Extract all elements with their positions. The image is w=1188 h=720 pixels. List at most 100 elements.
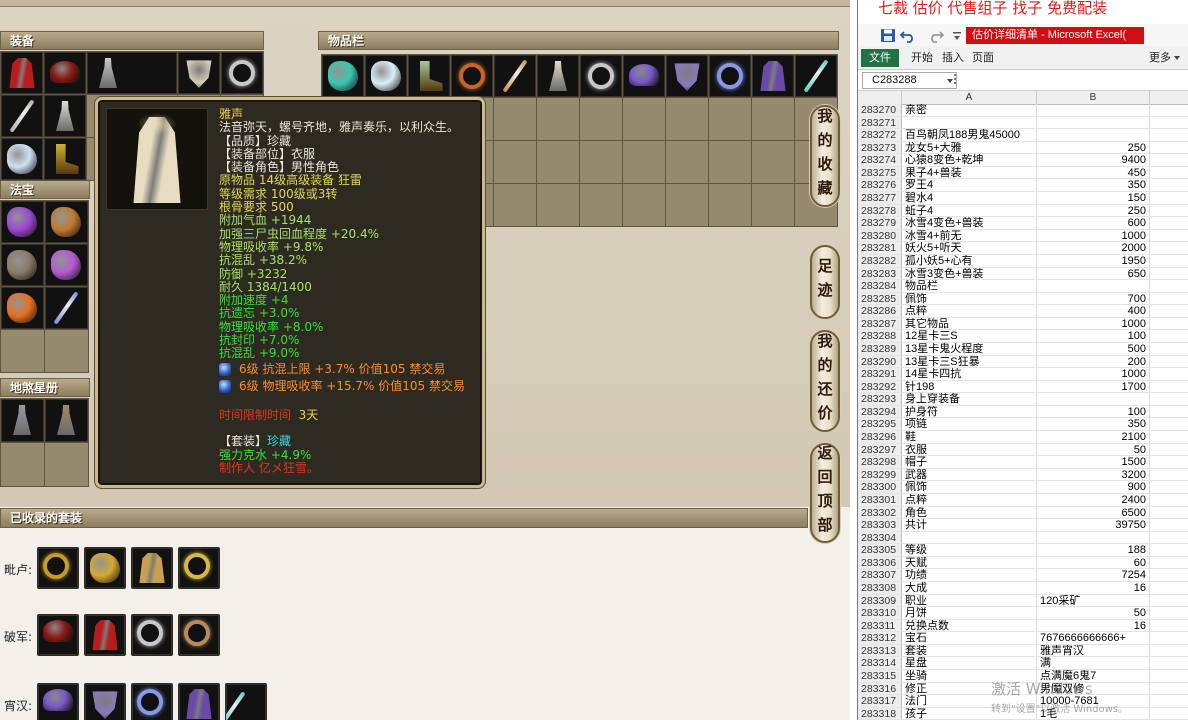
cell-c[interactable]: [1150, 280, 1188, 293]
cell-c[interactable]: [1150, 356, 1188, 369]
cell-b[interactable]: [1037, 116, 1150, 130]
cell-b[interactable]: 1700: [1037, 380, 1150, 394]
orb-icon[interactable]: [84, 547, 126, 589]
empty-slot[interactable]: [537, 184, 579, 226]
row-number[interactable]: 283314: [858, 657, 902, 671]
cell-b[interactable]: 120采矿: [1037, 594, 1150, 608]
cell-c[interactable]: [1150, 444, 1188, 457]
staff-icon[interactable]: [795, 55, 837, 97]
horned-mask-icon[interactable]: [666, 55, 708, 97]
row-number[interactable]: 283315: [858, 670, 902, 683]
empty-slot[interactable]: [666, 184, 708, 226]
tab-home[interactable]: 开始: [911, 49, 933, 67]
doll-icon[interactable]: [44, 95, 86, 137]
cell-a[interactable]: 大成: [902, 581, 1037, 595]
cell-c[interactable]: [1150, 469, 1188, 482]
character-preview-icon[interactable]: [87, 52, 177, 94]
cell-b[interactable]: 188: [1037, 544, 1150, 557]
back-to-top-button[interactable]: 返回顶部: [810, 443, 840, 543]
empty-slot[interactable]: [580, 184, 622, 226]
row-number[interactable]: 283317: [858, 695, 902, 708]
cell-a[interactable]: 冰雪4变色+兽装: [902, 217, 1037, 230]
redo-icon[interactable]: [928, 28, 944, 43]
cell-c[interactable]: [1150, 167, 1188, 180]
cell-c[interactable]: [1150, 104, 1188, 117]
row-number[interactable]: 283299: [858, 468, 902, 482]
cell-c[interactable]: [1150, 305, 1188, 318]
spear-icon[interactable]: [1, 95, 43, 137]
cell-a[interactable]: 冰雪4+前无: [902, 229, 1037, 243]
cell-a[interactable]: 物品栏: [902, 280, 1037, 293]
bead-necklace-icon[interactable]: [451, 55, 493, 97]
tab-file[interactable]: 文件: [861, 49, 899, 67]
cell-a[interactable]: 佩饰: [902, 292, 1037, 306]
ring-icon[interactable]: [131, 614, 173, 656]
cell-a[interactable]: 衣服: [902, 443, 1037, 457]
boots-icon[interactable]: [408, 55, 450, 97]
tab-more[interactable]: 更多: [1149, 49, 1180, 67]
cell-c[interactable]: [1150, 255, 1188, 268]
cell-a[interactable]: 其它物品: [902, 317, 1037, 331]
cell-c[interactable]: [1150, 481, 1188, 494]
cell-a[interactable]: 亲密: [902, 104, 1037, 117]
cell-b[interactable]: 1000: [1037, 368, 1150, 381]
row-number[interactable]: 283286: [858, 305, 902, 318]
robe-icon[interactable]: [1, 52, 43, 94]
row-number[interactable]: 283306: [858, 556, 902, 570]
cell-a[interactable]: 点粹: [902, 305, 1037, 318]
cell-c[interactable]: [1150, 192, 1188, 205]
cell-a[interactable]: [902, 116, 1037, 130]
cell-c[interactable]: [1150, 645, 1188, 658]
row-number[interactable]: 283273: [858, 141, 902, 155]
cell-c[interactable]: [1150, 418, 1188, 432]
column-header-a[interactable]: A: [902, 91, 1037, 104]
empty-slot[interactable]: [623, 184, 665, 226]
cell-c[interactable]: [1150, 494, 1188, 507]
cell-c[interactable]: [1150, 582, 1188, 595]
cell-b[interactable]: [1037, 280, 1150, 293]
cell-b[interactable]: 1000: [1037, 229, 1150, 243]
cell-b[interactable]: 100: [1037, 405, 1150, 419]
row-number[interactable]: 283280: [858, 229, 902, 243]
cell-c[interactable]: [1150, 708, 1188, 720]
cell-a[interactable]: 心猿8变色+乾坤: [902, 154, 1037, 167]
ring-icon[interactable]: [131, 683, 173, 720]
cell-b[interactable]: [1037, 104, 1150, 117]
row-number[interactable]: 283297: [858, 443, 902, 457]
row-number[interactable]: 283272: [858, 129, 902, 142]
cell-b[interactable]: 100: [1037, 330, 1150, 343]
cell-b[interactable]: 350: [1037, 179, 1150, 193]
cell-a[interactable]: 角色: [902, 506, 1037, 520]
empty-slot[interactable]: [45, 330, 88, 372]
row-number[interactable]: 283313: [858, 644, 902, 658]
row-number[interactable]: 283293: [858, 393, 902, 406]
cell-b[interactable]: 250: [1037, 141, 1150, 155]
cell-c[interactable]: [1150, 293, 1188, 306]
row-number[interactable]: 283274: [858, 154, 902, 167]
cell-c[interactable]: [1150, 456, 1188, 469]
row-number[interactable]: 283281: [858, 242, 902, 255]
row-number[interactable]: 283291: [858, 368, 902, 381]
cell-c[interactable]: [1150, 129, 1188, 142]
row-number[interactable]: 283304: [858, 531, 902, 545]
cell-c[interactable]: [1150, 154, 1188, 167]
cell-c[interactable]: [1150, 544, 1188, 557]
empty-slot[interactable]: [537, 98, 579, 140]
row-number[interactable]: 283275: [858, 166, 902, 180]
cell-b[interactable]: 2400: [1037, 493, 1150, 507]
row-number[interactable]: 283312: [858, 632, 902, 645]
ring-icon[interactable]: [709, 55, 751, 97]
row-number[interactable]: 283316: [858, 682, 902, 696]
necklace-icon[interactable]: [221, 52, 263, 94]
cell-b[interactable]: 7676666666666+: [1037, 632, 1150, 645]
jade-leaf-icon[interactable]: [322, 55, 364, 97]
my-bargain-button[interactable]: 我的还价: [810, 330, 840, 432]
empty-slot[interactable]: [1, 443, 44, 486]
cell-c[interactable]: [1150, 557, 1188, 570]
row-number[interactable]: 283289: [858, 342, 902, 356]
cell-b[interactable]: [1037, 393, 1150, 406]
row-number[interactable]: 283278: [858, 204, 902, 218]
cell-a[interactable]: 百鸟朝凤188男鬼45000: [902, 129, 1037, 142]
cell-c[interactable]: [1150, 431, 1188, 444]
claw-icon[interactable]: [1, 201, 44, 243]
